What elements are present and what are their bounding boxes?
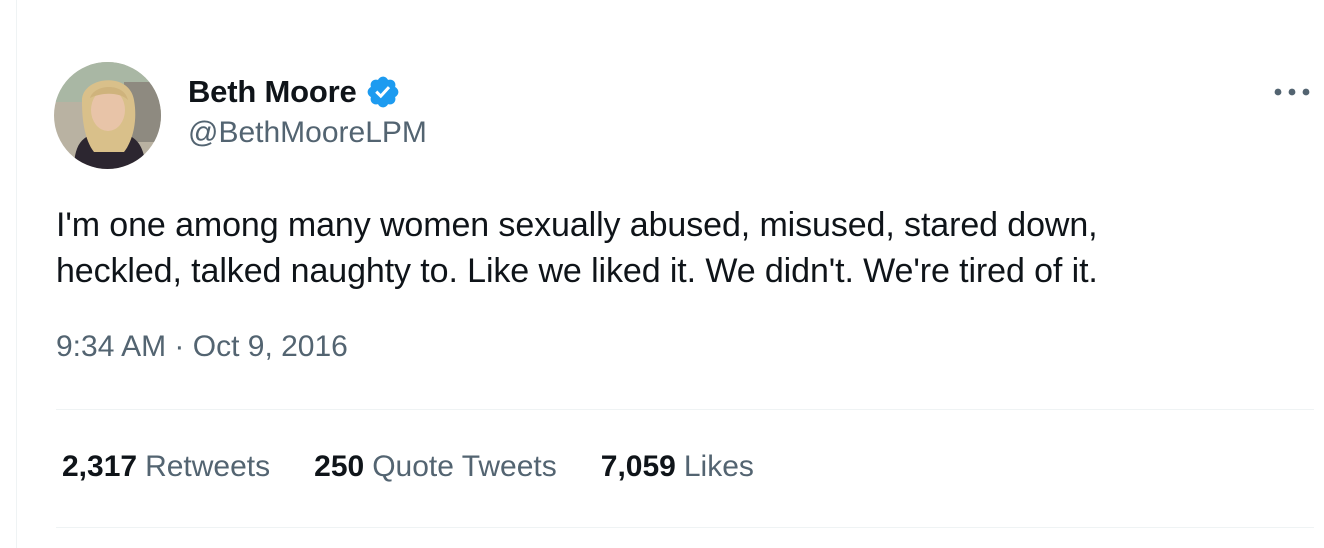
more-options-button[interactable] [1270, 74, 1314, 110]
tweet-text-line: heckled, talked naughty to. Like we like… [56, 252, 1098, 290]
quote-tweets-label: Quote Tweets [372, 450, 557, 483]
retweets-count: 2,317 [62, 450, 138, 483]
retweets-label: Retweets [145, 450, 271, 483]
timestamp-separator: · [166, 330, 193, 363]
author-handle[interactable]: @BethMooreLPM [188, 116, 427, 150]
tweet-text-line: I'm one among many women sexually abused… [56, 206, 1098, 244]
verified-badge-icon [365, 74, 401, 110]
tweet-text: I'm one among many women sexually abused… [56, 202, 1296, 294]
author-name-row: Beth Moore [188, 72, 401, 112]
likes-count: 7,059 [600, 450, 676, 483]
likes-stat[interactable]: 7,059 Likes [601, 450, 754, 484]
likes-label: Likes [683, 450, 754, 483]
divider [56, 409, 1314, 410]
timeline-border [16, 0, 17, 548]
avatar-image [54, 62, 161, 169]
quote-tweets-stat[interactable]: 250 Quote Tweets [314, 450, 557, 484]
tweet-stats: 2,317 Retweets 250 Quote Tweets 7,059 Li… [62, 450, 754, 484]
divider [56, 527, 1314, 528]
avatar[interactable] [54, 62, 161, 169]
tweet-date-link[interactable]: Oct 9, 2016 [193, 330, 348, 364]
retweets-stat[interactable]: 2,317 Retweets [62, 450, 270, 484]
more-options-icon [1274, 88, 1310, 96]
author-display-name[interactable]: Beth Moore [188, 74, 357, 110]
tweet-timestamp: 9:34 AM · Oct 9, 2016 [56, 330, 348, 364]
quote-tweets-count: 250 [314, 450, 365, 483]
tweet-time-link[interactable]: 9:34 AM [56, 330, 166, 364]
